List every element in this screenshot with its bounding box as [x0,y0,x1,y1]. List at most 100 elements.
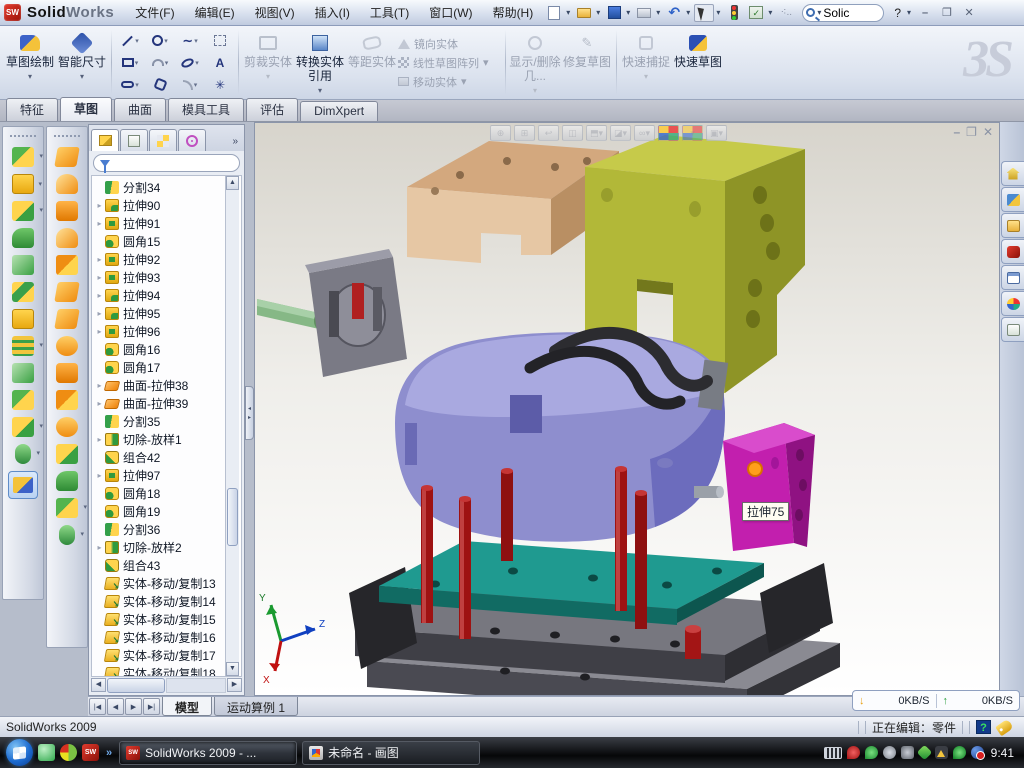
part-purple-mold-body[interactable] [395,332,728,541]
tab-mold-tools[interactable]: 模具工具 [168,98,244,121]
close-button[interactable]: ✕ [959,5,979,21]
smart-dimension-button[interactable]: 智能尺寸▾ [56,28,108,97]
select-dropdown[interactable]: ▾ [716,8,720,17]
design-library-tab[interactable] [1001,187,1024,212]
line-tool[interactable]: ▾ [115,30,145,52]
thicken-icon[interactable] [56,444,78,464]
text-tool[interactable]: A [205,52,235,74]
rectangle-tool[interactable]: ▾ [115,52,145,74]
tree-item[interactable]: 圆角16 [94,340,225,358]
fillet-icon[interactable] [12,201,34,221]
tree-item[interactable]: ▸拉伸93 [94,268,225,286]
hscrollbar-thumb[interactable] [107,678,165,693]
search-dropdown[interactable]: ▾ [817,8,821,17]
open-dropdown[interactable]: ▾ [596,8,600,17]
freeform-icon[interactable] [59,525,75,545]
select-button[interactable] [694,4,714,22]
security-shield-tray-icon[interactable] [865,746,878,759]
display-style-icon[interactable]: ◪▾ [610,125,631,141]
motion-study-tab[interactable]: 运动算例 1 [214,697,298,716]
scroll-right-button[interactable]: ▶ [227,678,242,692]
search-input[interactable] [823,6,875,20]
prev-tab-button[interactable]: ◀ [107,698,124,715]
tab-surfaces[interactable]: 曲面 [114,98,166,121]
tree-item[interactable]: 组合43 [94,556,225,574]
appearances-tab[interactable] [1001,291,1024,316]
menu-file[interactable]: 文件(F) [126,1,183,24]
slot-tool[interactable]: ▾ [115,74,145,96]
zoom-fit-icon[interactable]: ⊕ [490,125,511,141]
part-gray-clamp[interactable] [257,249,407,377]
rapid-sketch-button[interactable]: 快速草图 [672,28,724,97]
menu-insert[interactable]: 插入(I) [306,1,359,24]
update-tray-icon[interactable] [883,746,896,759]
hide-show-items-icon[interactable]: ∞▾ [634,125,655,141]
custom-properties-tab[interactable] [1001,317,1024,342]
help-dropdown[interactable]: ▾ [907,8,911,17]
tree-item[interactable]: ▸曲面-拉伸39 [94,394,225,412]
tree-item[interactable]: ▸拉伸90 [94,196,225,214]
revolved-surface-icon[interactable] [56,174,78,194]
quicklaunch-messenger-icon[interactable] [38,744,55,761]
tree-item[interactable]: 实体-移动/复制18 [94,664,225,677]
search-box[interactable]: ▾ [802,4,884,22]
first-tab-button[interactable]: |◀ [89,698,106,715]
tree-item[interactable]: ▸切除-放样1 [94,430,225,448]
tree-item[interactable]: ▸拉伸92 [94,250,225,268]
tree-item[interactable]: 圆角19 [94,502,225,520]
circle-tool[interactable]: ▾ [145,30,175,52]
tree-item[interactable]: 组合42 [94,448,225,466]
arc-tool[interactable]: ▾ [145,52,175,74]
filled-surface-icon[interactable] [56,336,78,356]
last-tab-button[interactable]: ▶| [143,698,160,715]
hole-wizard-icon[interactable] [12,309,34,329]
scrollbar-thumb[interactable] [227,488,238,546]
extruded-boss-icon[interactable] [12,147,34,167]
taskbar-item-solidworks[interactable]: SW SolidWorks 2009 - ... [119,741,297,765]
antivirus-tray-icon[interactable] [847,746,860,759]
file-explorer-tab[interactable] [1001,213,1024,238]
tree-item[interactable]: 圆角17 [94,358,225,376]
select-box-tool[interactable] [205,30,235,52]
sketch-fillet-tool[interactable]: ▾ [175,74,205,96]
tree-item[interactable]: 圆角15 [94,232,225,250]
view-palette-tab[interactable] [1001,265,1024,290]
model-tab[interactable]: 模型 [162,697,212,716]
health-tray-icon[interactable] [953,746,966,759]
configurationmanager-tab[interactable] [149,129,177,151]
curve-tool-icon[interactable] [15,444,31,464]
tree-item[interactable]: 实体-移动/复制16 [94,628,225,646]
resources-tab[interactable] [1001,161,1024,186]
view-orientation-icon[interactable]: ⬒▾ [586,125,607,141]
tab-evaluate[interactable]: 评估 [246,98,298,121]
chamfer-icon[interactable] [12,228,34,248]
print-dropdown[interactable]: ▾ [656,8,660,17]
extend-surface-icon[interactable] [56,390,78,410]
undo-button[interactable]: ↶ [664,4,684,22]
view-settings-icon[interactable]: ▣▾ [706,125,727,141]
tree-item[interactable]: ▸拉伸96 [94,322,225,340]
menu-edit[interactable]: 编辑(E) [186,1,244,24]
featuremanager-tab[interactable] [91,129,119,151]
section-view-icon[interactable]: ◫ [562,125,583,141]
convert-entities-button[interactable]: 转换实体引用▾ [294,28,346,97]
messenger-status-tray-icon[interactable] [971,746,984,759]
combine-tool-icon[interactable] [12,390,34,410]
sketch-button[interactable]: 草图绘制▾ [4,28,56,97]
tree-item[interactable]: 实体-移动/复制14 [94,592,225,610]
planar-surface-icon[interactable] [54,309,80,329]
save-dropdown[interactable]: ▾ [626,8,630,17]
3d-model-assembly[interactable]: Y Z X [255,123,1000,696]
swept-surface-icon[interactable] [56,201,78,221]
tab-sketch[interactable]: 草图 [60,97,112,121]
new-dropdown[interactable]: ▾ [566,8,570,17]
instant3d-button[interactable] [8,471,38,499]
volume-tray-icon[interactable] [901,746,914,759]
network-warning-tray-icon[interactable] [935,746,948,759]
trim-surface-icon[interactable] [56,417,78,437]
menu-view[interactable]: 视图(V) [246,1,304,24]
tree-item[interactable]: 实体-移动/复制13 [94,574,225,592]
tree-tabs-more-button[interactable]: » [228,136,242,151]
edit-appearance-icon[interactable] [658,125,679,141]
tree-item[interactable]: 实体-移动/复制15 [94,610,225,628]
